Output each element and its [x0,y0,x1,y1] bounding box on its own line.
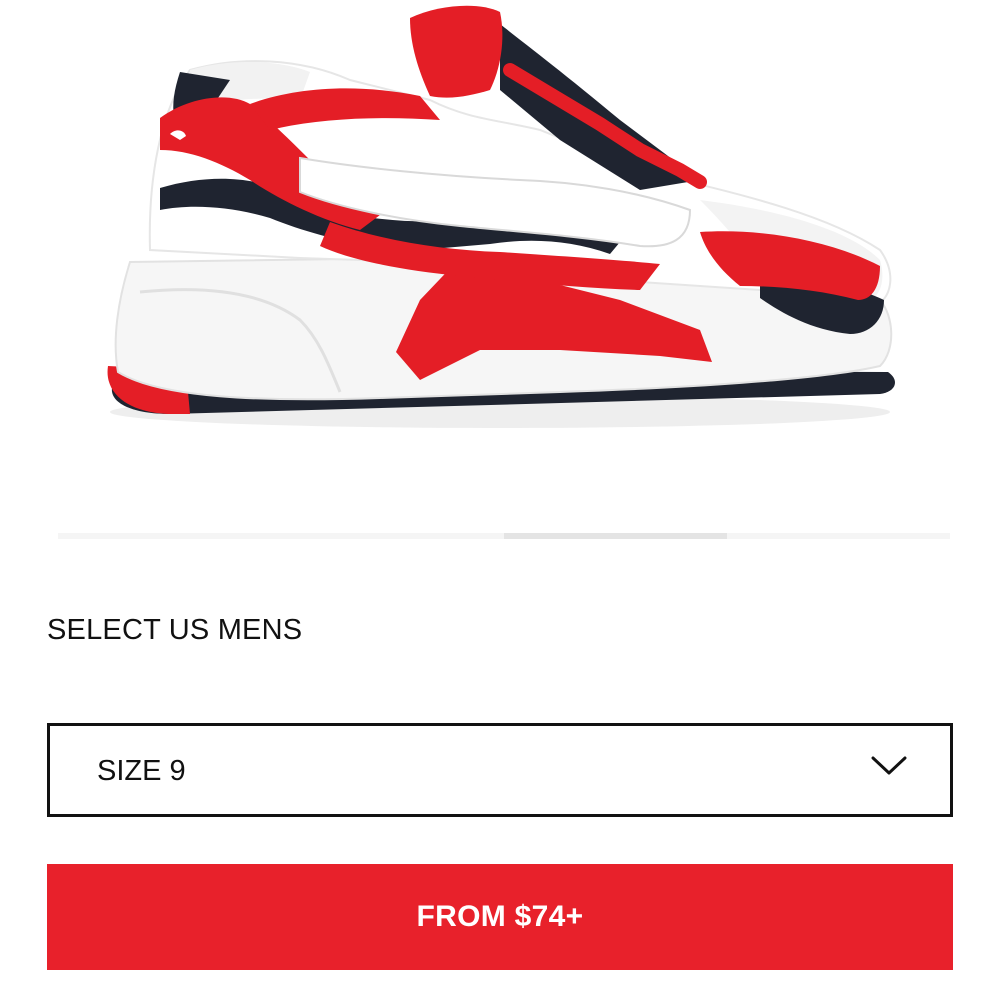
shoe-red-tongue [410,5,503,98]
size-section-heading: SELECT US MENS [47,614,303,646]
chevron-down-icon [871,756,907,775]
buy-from-price-button[interactable]: FROM $74+ [47,864,953,970]
product-image[interactable] [0,0,1000,520]
selected-size-value: SIZE 9 [97,755,186,787]
size-dropdown[interactable]: SIZE 9 [47,723,953,817]
image-carousel-indicator[interactable] [58,533,950,539]
carousel-active-thumb [504,533,727,539]
